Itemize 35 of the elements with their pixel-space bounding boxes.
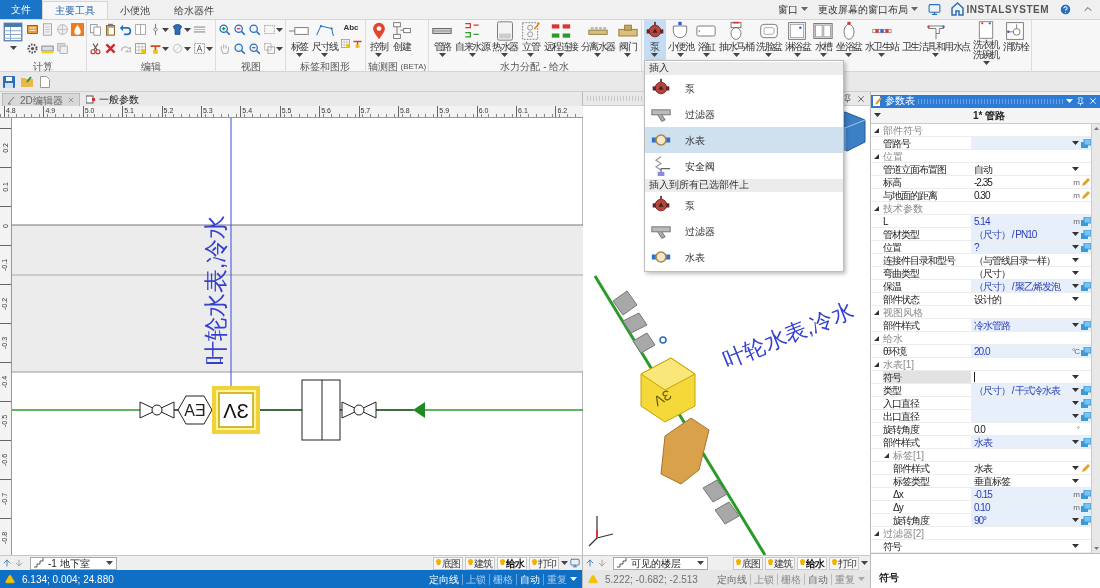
symbol-label: AƎ <box>184 402 206 419</box>
category-label: 给水 <box>883 331 903 345</box>
panel-title: 参数表 <box>885 95 915 108</box>
group-label: 视图 <box>240 61 261 72</box>
group-label: 水力分配 - 给水 <box>500 61 570 72</box>
symbol-label: ΛƐ <box>650 386 675 410</box>
category-label: 技术参数 <box>883 201 923 215</box>
unit-label: m <box>1073 189 1079 202</box>
symbol-label: ΛƐ <box>223 400 249 422</box>
description-title: 符号 <box>879 572 899 583</box>
unit-label: m <box>1073 488 1079 501</box>
cursor-coordinates: 5.222; -0.682; -2.513 <box>605 572 698 587</box>
beta-label: (BETA) <box>400 61 427 72</box>
group-label: 轴测图 <box>367 61 398 72</box>
category-label: 标签[1] <box>893 448 925 462</box>
group-label: 标签和图形 <box>300 61 351 72</box>
category-label: 水表[1] <box>883 357 915 371</box>
category-label: 部件符号 <box>883 123 923 137</box>
unit-label: ° <box>1076 423 1079 436</box>
category-label: 位置 <box>883 149 903 163</box>
pipe-label: 叶轮水表,冷水 <box>202 214 229 366</box>
group-label: 计算 <box>33 61 53 72</box>
menu-section-header: 插入 <box>644 62 843 75</box>
selected-object-name: 1* 管路 <box>971 108 1007 123</box>
unit-label: m <box>1073 176 1079 189</box>
unit-label: m <box>1073 501 1079 514</box>
category-label: 视图风格 <box>883 305 923 319</box>
pipe-label: 叶轮水表,冷水 <box>719 297 857 373</box>
brand-name: INSTALSYSTEM <box>966 2 1049 17</box>
cursor-coordinates: 6.134; 0.004; 24.880 <box>22 572 114 587</box>
group-label: 编辑 <box>141 61 161 72</box>
unit-label: m <box>1073 215 1079 228</box>
unit-label: °C <box>1072 345 1079 358</box>
category-label: 过滤器[2] <box>883 526 925 540</box>
menu-section-header: 插入到所有已选部件上 <box>644 179 843 192</box>
